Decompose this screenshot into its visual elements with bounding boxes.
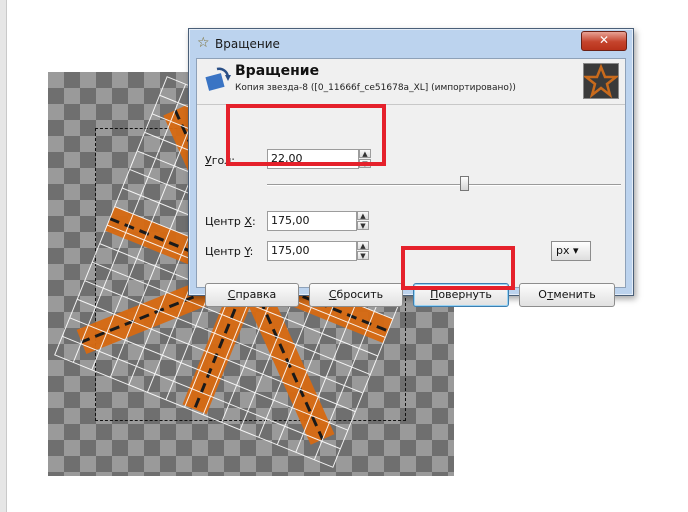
- cancel-button[interactable]: Отменить: [519, 283, 615, 307]
- spin-up-icon[interactable]: ▲: [357, 211, 369, 220]
- angle-slider-handle[interactable]: [460, 176, 469, 191]
- layer-subtitle: Копия звезда-8 ([0_11666f_ce51678a_XL] (…: [235, 83, 516, 93]
- dialog-title: Вращение: [215, 37, 280, 51]
- spin-down-icon[interactable]: ▼: [357, 221, 369, 230]
- dropdown-arrow-icon: ▾: [573, 244, 579, 257]
- layer-thumbnail: [583, 63, 619, 99]
- center-x-label: Центр X:: [205, 215, 256, 228]
- center-y-input[interactable]: 175,00: [267, 241, 357, 261]
- center-y-spin-buttons[interactable]: ▲ ▼: [357, 241, 369, 261]
- center-y-label: Центр Y:: [205, 245, 254, 258]
- header-title: Вращение: [235, 63, 320, 79]
- spin-down-icon[interactable]: ▼: [357, 251, 369, 260]
- help-button[interactable]: Справка: [205, 283, 299, 307]
- angle-slider-track[interactable]: [267, 184, 621, 186]
- close-icon: ✕: [598, 33, 610, 47]
- dialog-header: Вращение Копия звезда-8 ([0_11666f_ce516…: [197, 59, 625, 105]
- center-x-spin-buttons[interactable]: ▲ ▼: [357, 211, 369, 231]
- reset-button[interactable]: Сбросить: [309, 283, 403, 307]
- rotate-button-highlight-box: [401, 246, 515, 290]
- unit-value: px: [556, 244, 570, 257]
- center-x-input[interactable]: 175,00: [267, 211, 357, 231]
- angle-highlight-box: [226, 104, 386, 166]
- spin-up-icon[interactable]: ▲: [357, 241, 369, 250]
- rotate-tool-icon: [205, 67, 231, 91]
- dialog-titlebar[interactable]: ☆ Вращение ✕: [189, 29, 633, 57]
- close-button[interactable]: ✕: [581, 31, 627, 51]
- star-icon: ☆: [197, 35, 210, 51]
- unit-select[interactable]: px ▾: [551, 241, 591, 261]
